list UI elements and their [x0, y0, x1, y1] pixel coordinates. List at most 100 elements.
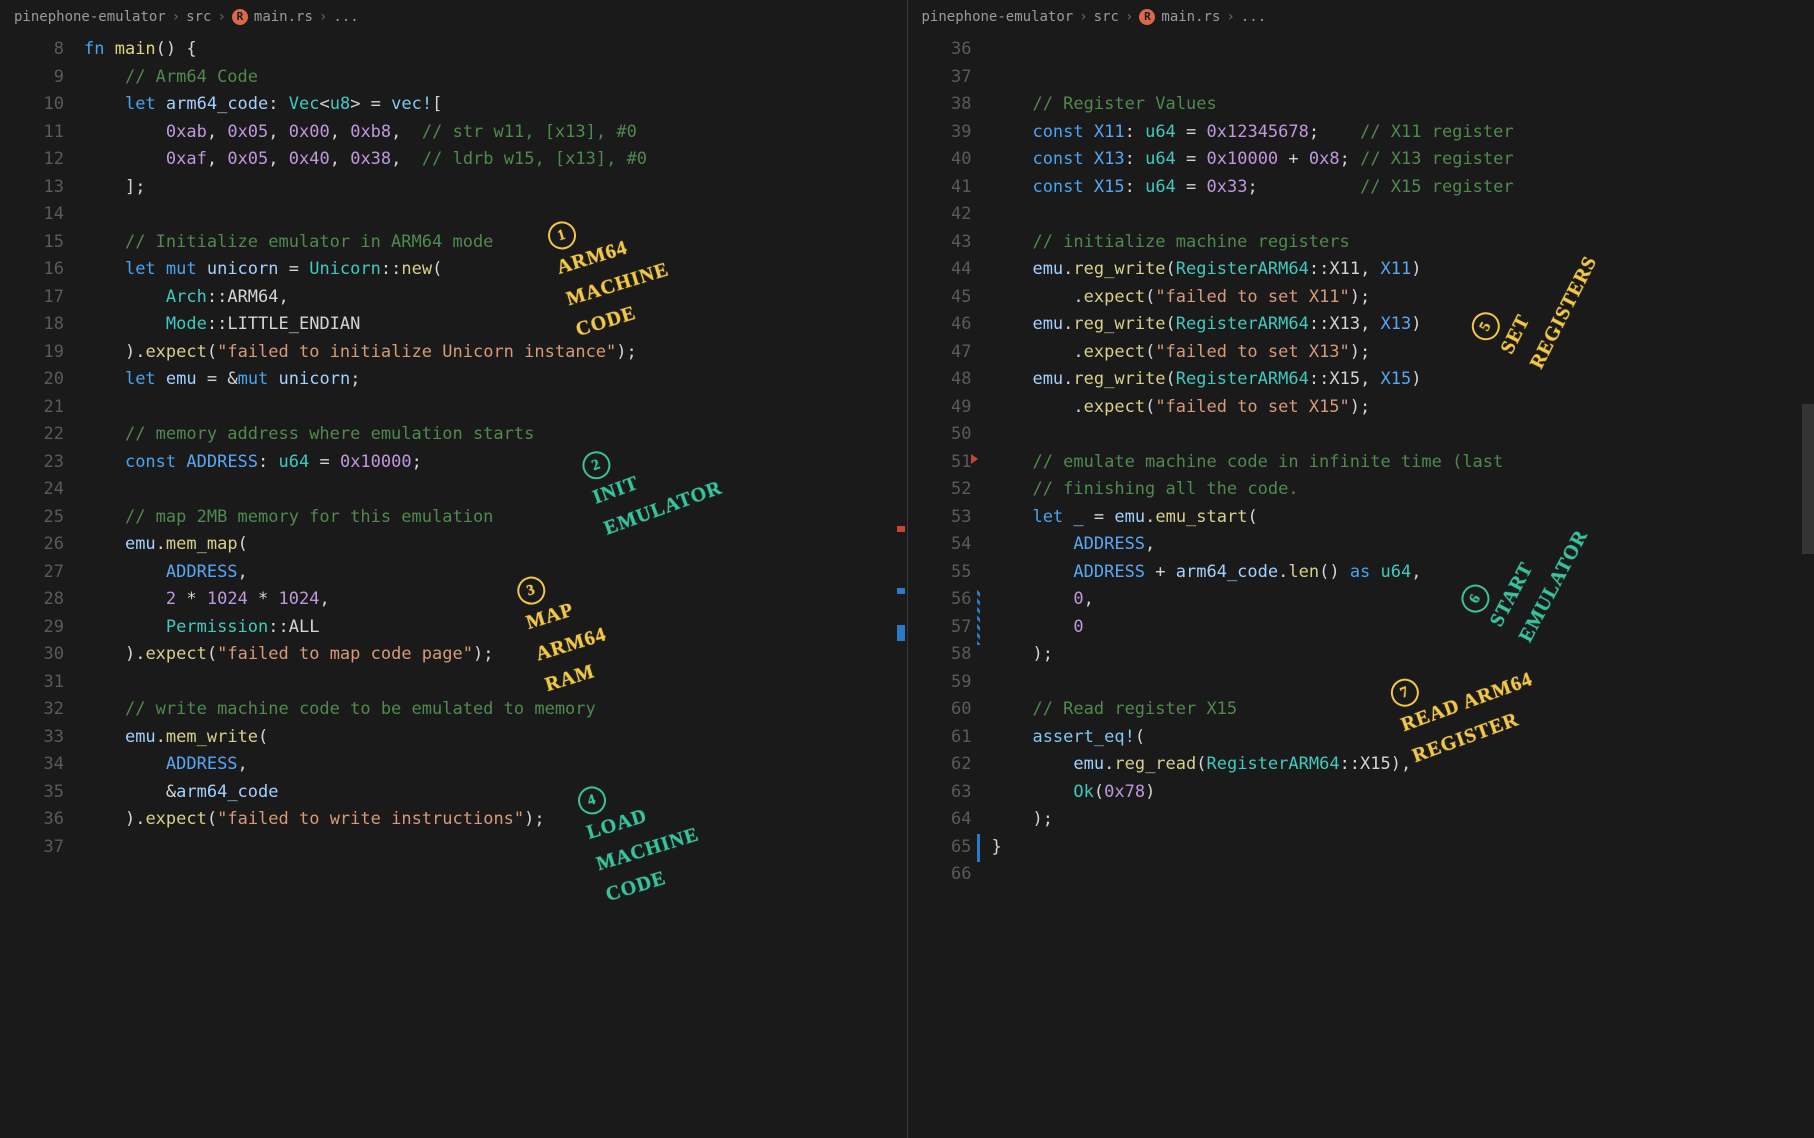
- code-line[interactable]: Ok(0x78): [992, 779, 1814, 807]
- code-line[interactable]: .expect("failed to set X11");: [992, 284, 1814, 312]
- line-number: 57: [908, 614, 972, 642]
- code-line[interactable]: [992, 861, 1814, 889]
- code-line[interactable]: ADDRESS,: [992, 531, 1814, 559]
- line-number: 46: [908, 311, 972, 339]
- code-line[interactable]: // memory address where emulation starts: [84, 421, 907, 449]
- code-line[interactable]: const ADDRESS: u64 = 0x10000;: [84, 449, 907, 477]
- line-number: 37: [908, 64, 972, 92]
- code-line[interactable]: emu.mem_write(: [84, 724, 907, 752]
- code-content[interactable]: fn main() { // Arm64 Code let arm64_code…: [78, 34, 907, 1138]
- code-line[interactable]: 2 * 1024 * 1024,: [84, 586, 907, 614]
- overview-ruler-mark: [897, 526, 905, 532]
- code-line[interactable]: [84, 201, 907, 229]
- code-content[interactable]: // Register Values const X11: u64 = 0x12…: [986, 34, 1814, 1138]
- code-line[interactable]: // map 2MB memory for this emulation: [84, 504, 907, 532]
- line-number: 27: [0, 559, 64, 587]
- code-line[interactable]: ADDRESS + arm64_code.len() as u64,: [992, 559, 1814, 587]
- line-number: 20: [0, 366, 64, 394]
- code-line[interactable]: [992, 201, 1814, 229]
- line-number: 13: [0, 174, 64, 202]
- code-line[interactable]: 0,: [992, 586, 1814, 614]
- code-line[interactable]: }: [992, 834, 1814, 862]
- breakpoint-icon[interactable]: [971, 454, 978, 464]
- vertical-scrollbar[interactable]: [1802, 404, 1814, 554]
- code-line[interactable]: [992, 36, 1814, 64]
- line-number: 44: [908, 256, 972, 284]
- line-number: 52: [908, 476, 972, 504]
- code-line[interactable]: 0xaf, 0x05, 0x40, 0x38, // ldrb w15, [x1…: [84, 146, 907, 174]
- code-editor-right[interactable]: 3637383940414243444546474849505152535455…: [908, 34, 1814, 1138]
- code-line[interactable]: [992, 64, 1814, 92]
- code-line[interactable]: // initialize machine registers: [992, 229, 1814, 257]
- code-line[interactable]: [84, 476, 907, 504]
- code-line[interactable]: // finishing all the code.: [992, 476, 1814, 504]
- breadcrumb-file[interactable]: main.rs: [1161, 6, 1220, 29]
- code-line[interactable]: [84, 394, 907, 422]
- line-number: 33: [0, 724, 64, 752]
- code-line[interactable]: // Read register X15: [992, 696, 1814, 724]
- code-line[interactable]: let emu = &mut unicorn;: [84, 366, 907, 394]
- line-number: 8: [0, 36, 64, 64]
- breadcrumb-file[interactable]: main.rs: [254, 6, 313, 29]
- code-line[interactable]: // emulate machine code in infinite time…: [992, 449, 1814, 477]
- code-line[interactable]: emu.reg_write(RegisterARM64::X13, X13): [992, 311, 1814, 339]
- code-line[interactable]: ).expect("failed to initialize Unicorn i…: [84, 339, 907, 367]
- breadcrumb-symbol[interactable]: ...: [333, 6, 358, 29]
- code-line[interactable]: [84, 669, 907, 697]
- code-line[interactable]: let arm64_code: Vec<u8> = vec![: [84, 91, 907, 119]
- code-line[interactable]: // Arm64 Code: [84, 64, 907, 92]
- code-line[interactable]: Arch::ARM64,: [84, 284, 907, 312]
- code-line[interactable]: emu.mem_map(: [84, 531, 907, 559]
- code-line[interactable]: let _ = emu.emu_start(: [992, 504, 1814, 532]
- code-line[interactable]: ADDRESS,: [84, 751, 907, 779]
- code-line[interactable]: 0xab, 0x05, 0x00, 0xb8, // str w11, [x13…: [84, 119, 907, 147]
- code-line[interactable]: );: [992, 641, 1814, 669]
- git-gutter-added: [977, 834, 980, 862]
- code-line[interactable]: &arm64_code: [84, 779, 907, 807]
- code-line[interactable]: // Initialize emulator in ARM64 mode: [84, 229, 907, 257]
- line-number: 51: [908, 449, 972, 477]
- code-line[interactable]: );: [992, 806, 1814, 834]
- code-line[interactable]: const X11: u64 = 0x12345678; // X11 regi…: [992, 119, 1814, 147]
- code-line[interactable]: let mut unicorn = Unicorn::new(: [84, 256, 907, 284]
- breadcrumbs-left[interactable]: pinephone-emulator › src › R main.rs › .…: [0, 0, 907, 34]
- line-number: 36: [0, 806, 64, 834]
- line-number: 40: [908, 146, 972, 174]
- line-number-gutter: 8910111213141516171819202122232425262728…: [0, 34, 78, 1138]
- breadcrumb-symbol[interactable]: ...: [1241, 6, 1266, 29]
- code-line[interactable]: ];: [84, 174, 907, 202]
- line-number: 29: [0, 614, 64, 642]
- breadcrumb-folder[interactable]: src: [1094, 6, 1119, 29]
- code-line[interactable]: Mode::LITTLE_ENDIAN: [84, 311, 907, 339]
- code-line[interactable]: [84, 834, 907, 862]
- code-line[interactable]: ADDRESS,: [84, 559, 907, 587]
- line-number: 65: [908, 834, 972, 862]
- code-line[interactable]: const X13: u64 = 0x10000 + 0x8; // X13 r…: [992, 146, 1814, 174]
- code-line[interactable]: const X15: u64 = 0x33; // X15 register: [992, 174, 1814, 202]
- code-line[interactable]: ).expect("failed to map code page");: [84, 641, 907, 669]
- code-line[interactable]: 0: [992, 614, 1814, 642]
- line-number: 31: [0, 669, 64, 697]
- code-line[interactable]: Permission::ALL: [84, 614, 907, 642]
- code-line[interactable]: .expect("failed to set X13");: [992, 339, 1814, 367]
- code-line[interactable]: // Register Values: [992, 91, 1814, 119]
- breadcrumbs-right[interactable]: pinephone-emulator › src › R main.rs › .…: [908, 0, 1814, 34]
- code-line[interactable]: ).expect("failed to write instructions")…: [84, 806, 907, 834]
- line-number: 53: [908, 504, 972, 532]
- code-line[interactable]: [992, 421, 1814, 449]
- code-line[interactable]: emu.reg_write(RegisterARM64::X11, X11): [992, 256, 1814, 284]
- code-line[interactable]: fn main() {: [84, 36, 907, 64]
- code-line[interactable]: emu.reg_write(RegisterARM64::X15, X15): [992, 366, 1814, 394]
- code-line[interactable]: [992, 669, 1814, 697]
- breadcrumb-root[interactable]: pinephone-emulator: [14, 6, 166, 29]
- line-number: 10: [0, 91, 64, 119]
- breadcrumb-folder[interactable]: src: [186, 6, 211, 29]
- code-line[interactable]: assert_eq!(: [992, 724, 1814, 752]
- code-line[interactable]: // write machine code to be emulated to …: [84, 696, 907, 724]
- chevron-right-icon: ›: [1226, 6, 1234, 29]
- code-line[interactable]: emu.reg_read(RegisterARM64::X15),: [992, 751, 1814, 779]
- line-number: 37: [0, 834, 64, 862]
- code-line[interactable]: .expect("failed to set X15");: [992, 394, 1814, 422]
- code-editor-left[interactable]: 8910111213141516171819202122232425262728…: [0, 34, 907, 1138]
- breadcrumb-root[interactable]: pinephone-emulator: [922, 6, 1074, 29]
